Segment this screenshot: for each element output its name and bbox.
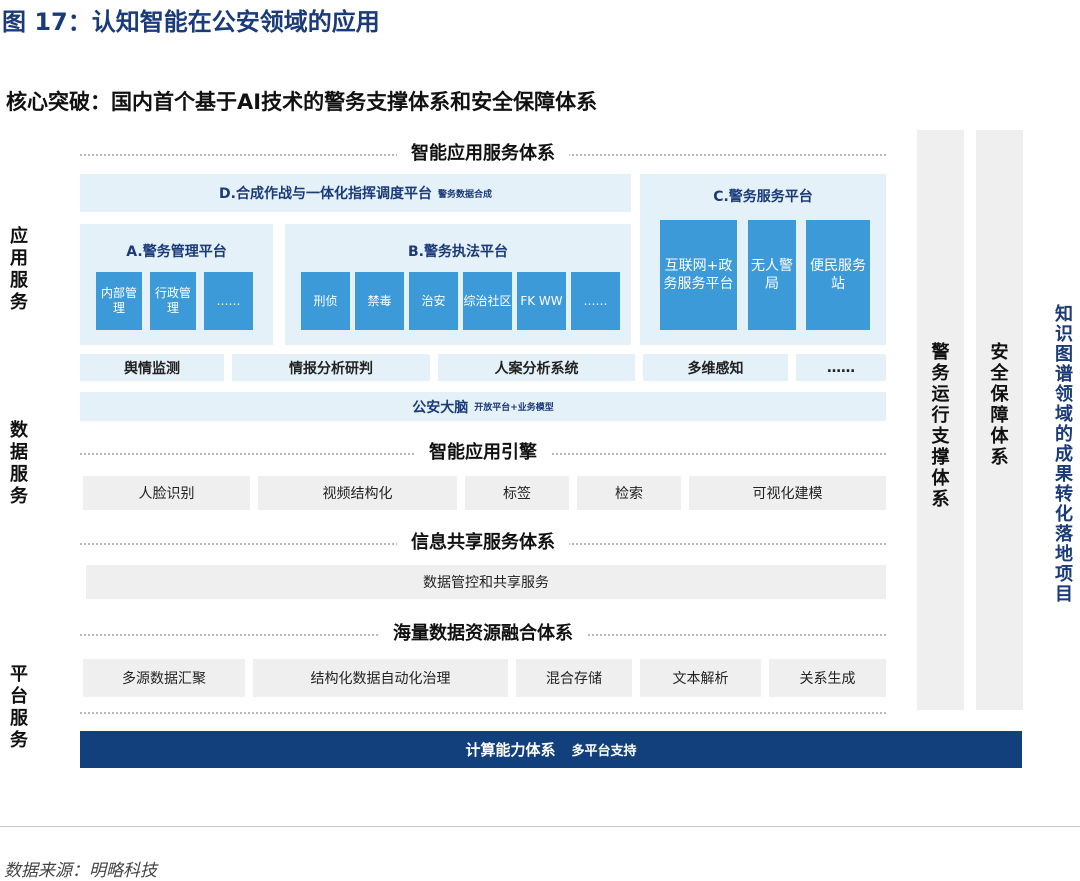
- pillar-police-support: 警务运行支撑体系: [917, 130, 964, 710]
- panel-c: C.警务服务平台 互联网+政务服务平台 无人警局 便民服务站: [640, 174, 886, 345]
- section-label: 智能应用服务体系: [397, 140, 569, 168]
- panel-b-tile: 刑侦: [301, 272, 350, 330]
- brain-title: 公安大脑: [412, 399, 469, 416]
- panel-a-tile: 内部管理: [96, 272, 142, 330]
- section-label: 海量数据资源融合体系: [379, 620, 587, 648]
- panel-d: D.合成作战与一体化指挥调度平台 警务数据合成: [80, 174, 631, 212]
- engine-cell: 人脸识别: [83, 476, 250, 510]
- panel-d-title: D.合成作战与一体化指挥调度平台: [219, 186, 432, 202]
- engine-cell: 可视化建模: [689, 476, 886, 510]
- panel-c-tile: 便民服务站: [806, 220, 870, 330]
- section-header-app-services: 智能应用服务体系: [80, 140, 886, 168]
- analysis-cell: 情报分析研判: [232, 354, 430, 381]
- side-label-app: 应用服务: [10, 226, 28, 313]
- panel-c-title: C.警务服务平台: [713, 189, 813, 205]
- panel-b-tile: 禁毒: [355, 272, 404, 330]
- pillar-security: 安全保障体系: [976, 130, 1023, 710]
- engine-cell: 检索: [577, 476, 681, 510]
- fusion-cell: 多源数据汇聚: [83, 659, 245, 697]
- section-header-fusion: 海量数据资源融合体系: [80, 620, 886, 648]
- panel-a-tile: 行政管理: [150, 272, 196, 330]
- engine-cell: 标签: [465, 476, 569, 510]
- panel-c-tile: 无人警局: [748, 220, 796, 330]
- section-label: 智能应用引擎: [415, 439, 551, 467]
- analysis-cell: 舆情监测: [80, 354, 224, 381]
- right-side-label: 知识图谱领域的成果转化落地项目: [1055, 304, 1073, 605]
- analysis-cell: 多维感知: [643, 354, 788, 381]
- side-label-data: 数据服务: [10, 420, 28, 507]
- panel-a: A.警务管理平台 内部管理 行政管理 ……: [80, 224, 273, 345]
- panel-d-note: 警务数据合成: [437, 189, 492, 200]
- fusion-cell: 文本解析: [640, 659, 761, 697]
- panel-b-tile: FK WW: [517, 272, 566, 330]
- pillar-label: 安全保障体系: [990, 342, 1009, 468]
- figure-number: 图 17：: [2, 8, 92, 36]
- section-header-sharing: 信息共享服务体系: [80, 529, 886, 557]
- sharing-bar: 数据管控和共享服务: [86, 565, 886, 599]
- section-header-engine: 智能应用引擎: [80, 439, 886, 467]
- panel-b-title: B.警务执法平台: [408, 244, 508, 260]
- fusion-cell: 关系生成: [769, 659, 886, 697]
- panel-a-title: A.警务管理平台: [126, 244, 227, 260]
- analysis-cell: 人案分析系统: [438, 354, 635, 381]
- panel-a-tile: ……: [204, 272, 253, 330]
- compute-bar: 计算能力体系 多平台支持: [80, 731, 1022, 768]
- side-label-platform: 平台服务: [10, 664, 28, 751]
- fusion-cell: 混合存储: [516, 659, 632, 697]
- engine-cell: 视频结构化: [258, 476, 457, 510]
- brain-note: 开放平台+业务模型: [474, 403, 554, 413]
- source-note: 数据来源：明略科技: [4, 861, 157, 881]
- panel-b-tile: 治安: [409, 272, 458, 330]
- fusion-cell: 结构化数据自动化治理: [253, 659, 508, 697]
- compute-note: 多平台支持: [571, 744, 637, 759]
- compute-title: 计算能力体系: [465, 741, 556, 759]
- figure-title: 图 17：认知智能在公安领域的应用: [2, 2, 380, 37]
- footer-divider: [0, 826, 1080, 827]
- panel-b-tile: 综治社区: [463, 272, 512, 330]
- panel-b: B.警务执法平台 刑侦 禁毒 治安 综治社区 FK WW ……: [285, 224, 631, 345]
- figure-subtitle: 核心突破：国内首个基于AI技术的警务支撑体系和安全保障体系: [6, 90, 598, 114]
- panel-c-tile: 互联网+政务服务平台: [660, 220, 737, 330]
- public-security-brain: 公安大脑 开放平台+业务模型: [80, 392, 886, 421]
- figure-title-text: 认知智能在公安领域的应用: [91, 8, 380, 36]
- pillar-label: 警务运行支撑体系: [931, 342, 950, 510]
- section-label: 信息共享服务体系: [397, 529, 569, 557]
- analysis-cell: ……: [796, 354, 886, 381]
- divider-dotted: [80, 712, 886, 714]
- panel-b-tile: ……: [571, 272, 620, 330]
